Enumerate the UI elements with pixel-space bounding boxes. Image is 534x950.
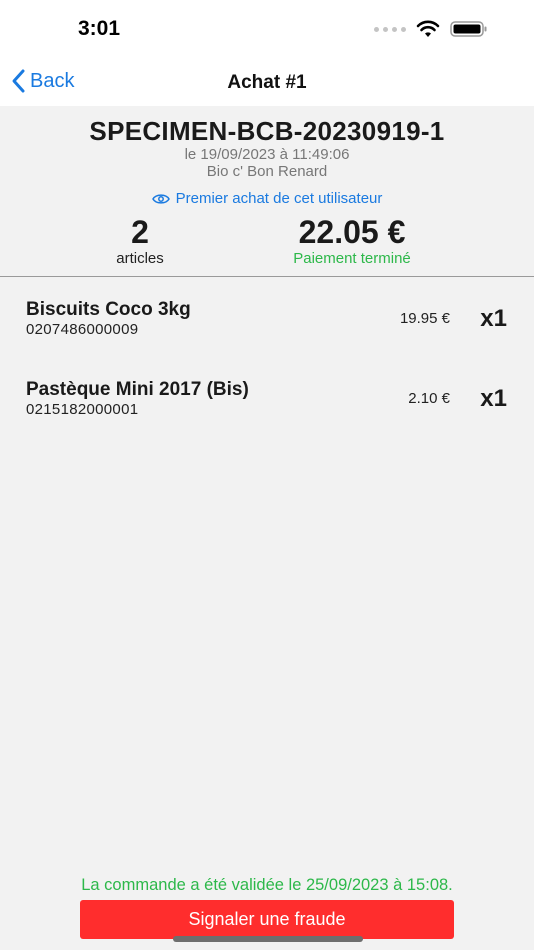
first-purchase-note: Premier achat de cet utilisateur (0, 190, 534, 207)
item-price: 19.95 € (399, 310, 450, 327)
item-name: Pastèque Mini 2017 (Bis) (26, 379, 249, 400)
item-quantity: x1 (480, 385, 507, 412)
report-fraud-button[interactable]: Signaler une fraude (80, 900, 454, 939)
status-time: 3:01 (78, 17, 121, 40)
order-date: le 19/09/2023 à 11:49:06 (184, 146, 350, 163)
eye-icon (151, 193, 170, 204)
article-count: 2 (131, 214, 149, 250)
shop-name: Bio c' Bon Renard (206, 163, 328, 180)
item-list: Biscuits Coco 3kg 0207486000009 19.95 € … (0, 277, 534, 437)
order-id: SPECIMEN-BCB-20230919-1 (89, 116, 445, 146)
page-title: Achat #1 (227, 72, 307, 93)
list-item: Biscuits Coco 3kg 0207486000009 19.95 € … (0, 277, 534, 357)
item-quantity: x1 (480, 305, 507, 332)
article-label: articles (116, 250, 164, 267)
validation-message: La commande a été validée le 25/09/2023 … (81, 876, 453, 894)
status-bar: 3:01 (0, 0, 534, 58)
battery-icon (450, 21, 487, 37)
first-purchase-label: Premier achat de cet utilisateur (175, 190, 383, 207)
order-total: 22.05 € (298, 214, 406, 250)
item-code: 0215182000001 (26, 401, 139, 418)
status-icons (374, 20, 488, 38)
signal-icon (374, 26, 406, 32)
home-indicator (173, 936, 363, 942)
item-code: 0207486000009 (26, 321, 139, 338)
list-item: Pastèque Mini 2017 (Bis) 0215182000001 2… (0, 357, 534, 437)
item-price: 2.10 € (408, 390, 450, 407)
item-name: Biscuits Coco 3kg (26, 299, 191, 320)
order-summary: SPECIMEN-BCB-20230919-1 le 19/09/2023 à … (0, 106, 534, 276)
navigation-bar: Back Achat #1 (0, 58, 534, 106)
payment-status: Paiement terminé (293, 250, 411, 267)
wifi-icon (416, 20, 440, 37)
